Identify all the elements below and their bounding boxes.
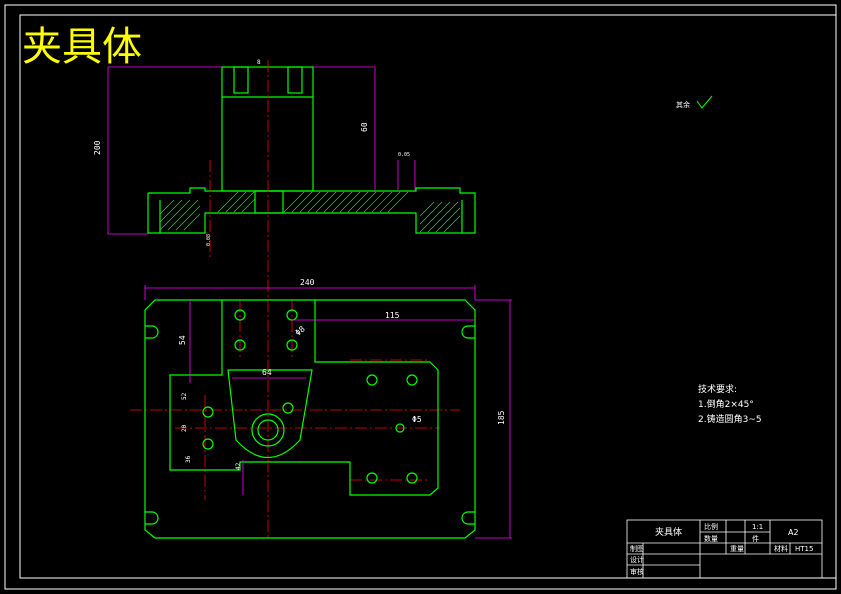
tb-row-check: 审核 bbox=[630, 567, 644, 576]
tb-part-name: 夹具体 bbox=[655, 526, 682, 538]
dim-left-small-2: 20 bbox=[181, 424, 188, 432]
dimension-texts: 200 60 8 240 115 54 64 Φ8 Φ5 185 52 20 3… bbox=[93, 59, 506, 470]
cad-drawing: 夹具体 200 60 8 240 115 54 64 Φ8 Φ5 185 52 … bbox=[4, 4, 837, 590]
dim-bottom-small: 42 bbox=[235, 462, 242, 470]
tech-notes-line2: 2.铸造圆角3~5 bbox=[698, 413, 762, 425]
tb-weight-label: 重量 bbox=[730, 545, 744, 553]
dim-upper-bore: 60 bbox=[360, 122, 369, 132]
tech-notes-heading: 技术要求: bbox=[698, 383, 737, 395]
dim-dia-right: Φ5 bbox=[412, 415, 422, 424]
tb-scale-value: 1:1 bbox=[752, 523, 763, 531]
plan-view bbox=[144, 299, 476, 539]
surface-roughness-icon bbox=[696, 95, 713, 109]
surface-note: 其余 bbox=[676, 100, 690, 109]
dim-left-small-1: 52 bbox=[181, 392, 188, 400]
drawing-title: 夹具体 bbox=[22, 24, 142, 70]
dim-width: 240 bbox=[300, 278, 315, 287]
dim-dia-small: Φ8 bbox=[294, 324, 307, 337]
tb-material-label: 材料 bbox=[774, 544, 788, 553]
tb-count-label: 数量 bbox=[704, 534, 718, 543]
tb-row-draw: 制图 bbox=[630, 544, 644, 553]
dim-upper-left: 54 bbox=[178, 335, 187, 345]
tech-notes-line1: 1.倒角2×45° bbox=[698, 398, 754, 410]
dim-height-right: 185 bbox=[497, 410, 506, 425]
dim-center-width: 64 bbox=[262, 368, 272, 377]
outer-frame bbox=[4, 4, 837, 590]
title-block-texts: 夹具体 比例 1:1 数量 件 A2 重量 材料 HT15 制图 设计 审核 bbox=[630, 522, 813, 576]
inner-frame bbox=[19, 14, 837, 579]
dim-tiny-2: 0.08 bbox=[206, 234, 212, 246]
tb-material-value: HT15 bbox=[795, 545, 813, 553]
dim-top-height: 200 bbox=[93, 140, 102, 155]
dim-tiny-1: 0.05 bbox=[398, 152, 410, 158]
dim-small-label: 8 bbox=[257, 59, 261, 66]
tb-row-design: 设计 bbox=[630, 555, 644, 564]
dim-hole-offset: 115 bbox=[385, 311, 400, 320]
dimension-lines bbox=[107, 66, 512, 539]
tb-sheet: A2 bbox=[788, 528, 799, 537]
tb-scale-label: 比例 bbox=[704, 522, 718, 531]
tb-count-value: 件 bbox=[752, 534, 759, 543]
tech-notes: 技术要求: 1.倒角2×45° 2.铸造圆角3~5 bbox=[698, 383, 762, 425]
dim-left-small-3: 36 bbox=[185, 455, 192, 463]
